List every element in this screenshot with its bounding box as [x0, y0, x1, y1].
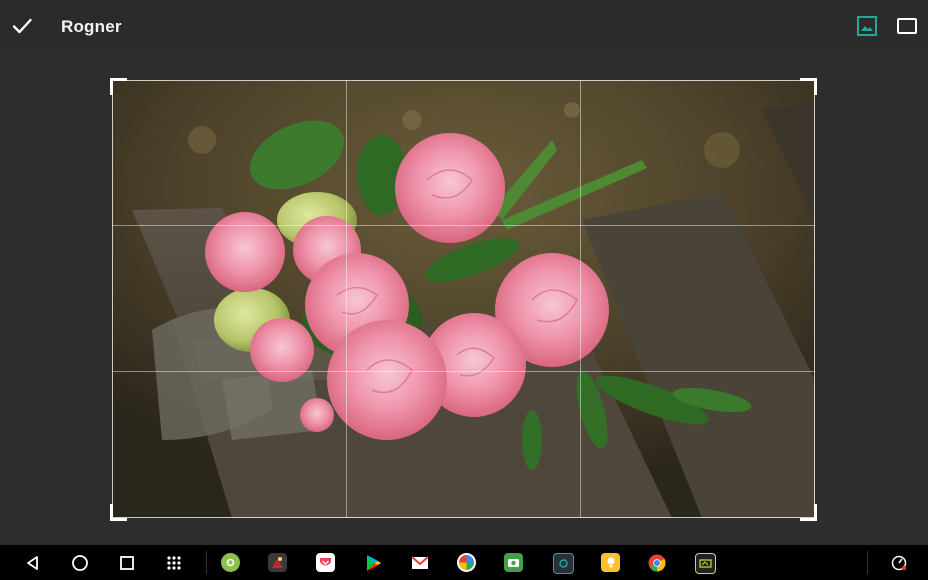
speed-icon[interactable]: [886, 545, 912, 580]
screen-app-icon[interactable]: [695, 553, 716, 574]
crop-handle-bottom-left[interactable]: [110, 504, 127, 521]
home-icon[interactable]: [67, 545, 93, 580]
taskbar-divider: [206, 551, 207, 574]
navigation-bar: [0, 545, 928, 580]
check-icon[interactable]: [8, 12, 36, 40]
frame-app-icon[interactable]: [553, 553, 574, 574]
app-bar: Rogner: [0, 0, 928, 53]
settings-app-icon[interactable]: [221, 553, 240, 572]
recents-icon[interactable]: [114, 545, 140, 580]
camera-app-icon[interactable]: [504, 553, 523, 572]
chrome-app-icon[interactable]: [647, 553, 666, 572]
taskbar-divider-right: [867, 551, 868, 574]
crop-frame[interactable]: [112, 80, 815, 518]
rectangle-icon[interactable]: [894, 13, 920, 39]
app-drawer-icon[interactable]: [161, 545, 187, 580]
image-icon[interactable]: [854, 13, 880, 39]
play-store-app-icon[interactable]: [363, 553, 382, 572]
back-icon[interactable]: [20, 545, 46, 580]
crop-handle-top-right[interactable]: [800, 78, 817, 95]
pinwheel-app-icon[interactable]: [457, 553, 476, 572]
page-title: Rogner: [61, 17, 122, 36]
photo-app-icon[interactable]: [268, 553, 287, 572]
crop-handle-bottom-right[interactable]: [800, 504, 817, 521]
crop-handle-top-left[interactable]: [110, 78, 127, 95]
keep-app-icon[interactable]: [601, 553, 620, 572]
pocket-app-icon[interactable]: [316, 553, 335, 572]
gmail-app-icon[interactable]: [410, 553, 429, 572]
